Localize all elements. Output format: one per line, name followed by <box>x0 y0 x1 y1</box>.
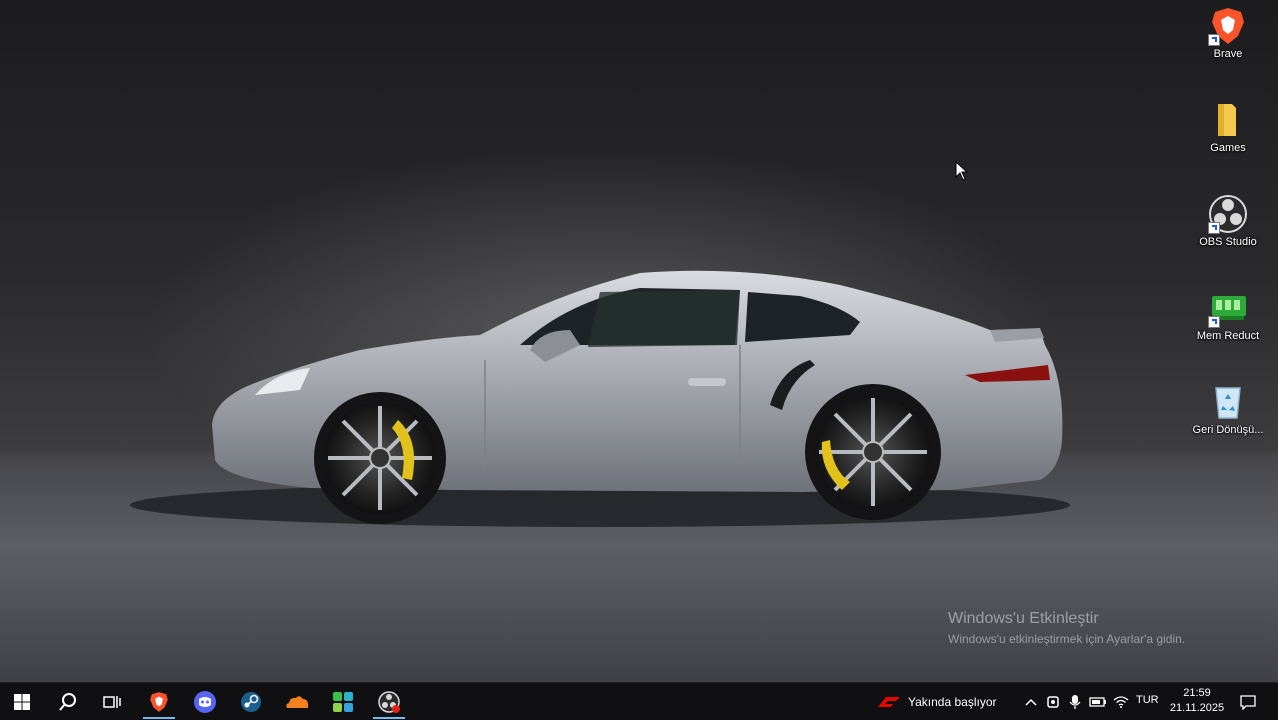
brave-icon <box>150 691 168 712</box>
input-language-indicator[interactable]: TUR <box>1136 694 1159 706</box>
microphone-button[interactable] <box>1066 683 1084 720</box>
wifi-icon <box>1113 695 1129 708</box>
news-widget[interactable]: Yakında başlıyor <box>878 683 997 720</box>
shortcut-arrow-icon <box>1208 316 1220 328</box>
clock-date: 21.11.2025 <box>1169 702 1225 714</box>
brave-lion-icon <box>1208 6 1248 46</box>
taskbar-app-discord[interactable] <box>183 683 227 720</box>
action-center-icon <box>1240 694 1256 710</box>
battery-icon <box>1089 696 1106 707</box>
obs-icon <box>1208 194 1248 234</box>
start-icon <box>14 693 30 710</box>
clock-time: 21:59 <box>1183 687 1211 699</box>
taskbar-app-brave[interactable] <box>137 683 181 720</box>
desktop-icon-recycle-bin[interactable]: Geri Dönüşü... <box>1188 382 1268 452</box>
recycle-bin-icon <box>1208 382 1248 422</box>
desktop-icon-label: Mem Reduct <box>1196 330 1260 342</box>
desktop[interactable]: Brave Games OBS Studio Mem Reduct Geri D… <box>0 0 1278 682</box>
wallpaper-car-image <box>130 270 1070 527</box>
activation-title: Windows'u Etkinleştir <box>948 610 1099 627</box>
obs-taskbar-icon <box>378 690 400 713</box>
chevron-up-icon <box>1025 698 1037 706</box>
folder-icon <box>1208 100 1248 140</box>
desktop-icon-brave[interactable]: Brave <box>1188 6 1268 76</box>
taskbar-app-steam[interactable] <box>229 683 273 720</box>
tray-app-button[interactable] <box>1044 683 1062 720</box>
desktop-icon-games-folder[interactable]: Games <box>1188 100 1268 170</box>
taskbar: Yakında başlıyor TUR 21:59 21.11.2025 <box>0 682 1278 720</box>
mem-reduct-icon <box>1208 288 1248 328</box>
shortcut-arrow-icon <box>1208 34 1220 46</box>
desktop-icon-label: Geri Dönüşü... <box>1192 424 1264 436</box>
desktop-icon-label: Brave <box>1213 48 1243 60</box>
shortcut-arrow-icon <box>1208 222 1220 234</box>
discord-icon <box>194 690 216 713</box>
taskbar-app-obs[interactable] <box>367 683 411 720</box>
search-button[interactable] <box>46 683 90 720</box>
steam-icon <box>241 691 261 712</box>
taskbar-app-cloudflare[interactable] <box>275 683 319 720</box>
mouse-cursor-icon <box>955 161 969 181</box>
news-widget-text: Yakında başlıyor <box>908 694 997 709</box>
cloudflare-icon <box>286 695 309 708</box>
desktop-icon-mem-reduct[interactable]: Mem Reduct <box>1188 288 1268 358</box>
start-button[interactable] <box>0 683 44 720</box>
show-hidden-icons-button[interactable] <box>1022 683 1040 720</box>
f1-logo-icon <box>878 696 900 707</box>
microphone-icon <box>1069 694 1081 709</box>
battery-button[interactable] <box>1088 683 1108 720</box>
clock[interactable]: 21:59 21.11.2025 <box>1168 686 1226 716</box>
task-view-button[interactable] <box>90 683 134 720</box>
network-button[interactable] <box>1112 683 1130 720</box>
desktop-icon-label: OBS Studio <box>1199 236 1257 248</box>
search-icon <box>59 692 76 711</box>
taskbar-app-grid[interactable] <box>321 683 365 720</box>
task-view-icon <box>103 695 121 708</box>
desktop-icon-label: Games <box>1210 142 1246 154</box>
tray-app-icon <box>1047 695 1059 708</box>
notifications-button[interactable] <box>1234 683 1262 720</box>
desktop-icon-obs-studio[interactable]: OBS Studio <box>1188 194 1268 264</box>
activation-subtitle: Windows'u etkinleştirmek için Ayarlar'a … <box>948 632 1186 646</box>
app-grid-icon <box>333 691 353 712</box>
windows-activation-watermark: Windows'u Etkinleştir Windows'u etkinleş… <box>948 610 1185 646</box>
